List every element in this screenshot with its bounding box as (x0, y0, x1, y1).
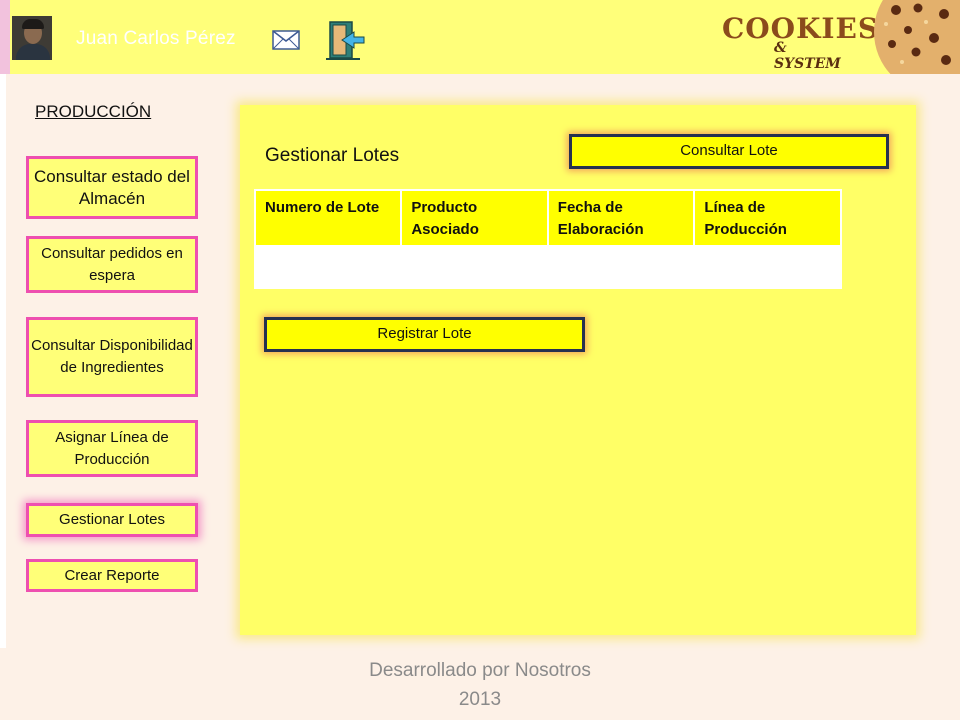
nav-asignar-linea-produccion[interactable]: Asignar Línea de Producción (26, 420, 198, 477)
nav-crear-reporte[interactable]: Crear Reporte (26, 559, 198, 592)
nav-consultar-disponibilidad-ingredientes[interactable]: Consultar Disponibilidad de Ingredientes (26, 317, 198, 397)
column-header: Línea de Producción (693, 189, 842, 247)
left-edge-strip (0, 74, 6, 648)
avatar (12, 16, 52, 60)
empty-cell (255, 246, 841, 289)
content-panel (240, 105, 916, 635)
nav-label: Gestionar Lotes (59, 511, 165, 528)
page-title: Gestionar Lotes (265, 145, 400, 166)
nav-label: Crear Reporte (64, 566, 160, 584)
nav-label: Consultar pedidos en espera (41, 244, 183, 284)
top-header: Juan Carlos Pérez COOKIES & SYSTEM (0, 0, 960, 74)
nav-gestionar-lotes[interactable]: Gestionar Lotes (26, 503, 198, 537)
nav-label: Consultar estado del Almacén (34, 166, 190, 208)
lotes-table: Numero de Lote Producto Asociado Fecha d… (253, 189, 842, 289)
exit-door-icon[interactable] (324, 20, 366, 62)
column-header: Numero de Lote (253, 189, 403, 247)
logo-subtitle: & SYSTEM (774, 40, 841, 72)
user-name: Juan Carlos Pérez (76, 28, 236, 49)
column-header: Producto Asociado (400, 189, 549, 247)
nav-label: Consultar Disponibilidad de Ingredientes (31, 337, 193, 376)
footer-credit: Desarrollado por Nosotros (369, 660, 591, 681)
column-header: Fecha de Elaboración (546, 189, 696, 247)
nav-consultar-estado-almacen[interactable]: Consultar estado del Almacén (26, 156, 198, 219)
table-row-empty (255, 246, 841, 289)
footer-year: 2013 (458, 689, 502, 710)
nav-label: Asignar Línea de Producción (55, 428, 169, 468)
registrar-lote-button[interactable]: Registrar Lote (264, 317, 585, 352)
cookie-art (874, 0, 960, 74)
mail-icon[interactable] (272, 30, 300, 50)
footer: Desarrollado por Nosotros 2013 (0, 656, 960, 714)
brand-logo: COOKIES & SYSTEM (718, 12, 878, 72)
nav-consultar-pedidos-espera[interactable]: Consultar pedidos en espera (26, 236, 198, 293)
header-accent-strip (0, 0, 10, 74)
consultar-lote-button[interactable]: Consultar Lote (569, 134, 889, 169)
section-title: PRODUCCIÓN (35, 102, 152, 121)
